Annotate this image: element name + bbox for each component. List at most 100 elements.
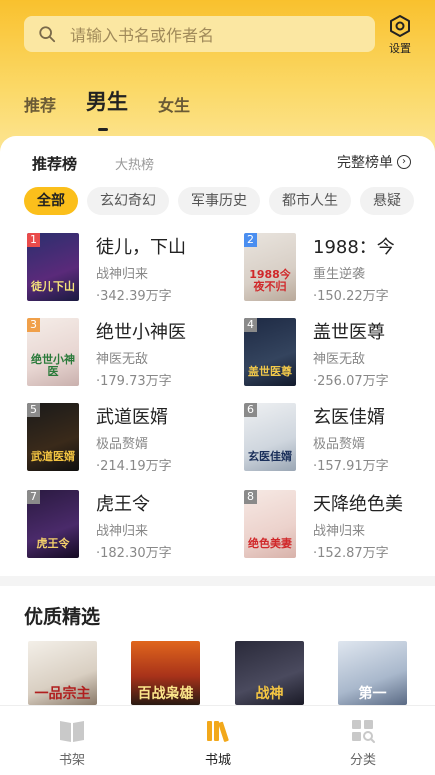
book-word-count: ·342.39万字: [96, 289, 172, 304]
book-title: 徒儿，下山: [96, 237, 186, 258]
category-chip[interactable]: 军事历史: [178, 187, 260, 215]
cover-title: 武道医婿: [31, 450, 75, 463]
book-title: 1988：今: [313, 237, 395, 258]
nav-label: 书架: [58, 753, 85, 768]
rank-badge: 5: [27, 403, 40, 417]
category-chip[interactable]: 全部: [24, 187, 78, 215]
ranking-card: 推荐榜 大热榜 完整榜单 › 全部 玄幻奇幻 军事历史 都市人生 悬疑 1 徒儿下山 徒…: [0, 136, 435, 576]
book-word-count: ·179.73万字: [96, 374, 172, 389]
cover-title: 一品宗主: [34, 686, 91, 702]
nav-label: 分类: [349, 753, 376, 768]
book-cover: 6 玄医佳婿: [244, 403, 296, 471]
book-genre: 极品赘婿: [96, 437, 149, 452]
search-icon: [39, 26, 56, 43]
active-tab-indicator: [98, 128, 108, 131]
cover-title: 绝世小神医: [31, 353, 75, 378]
book-title: 盖世医尊: [313, 322, 385, 343]
tab-male[interactable]: 男生: [86, 86, 128, 116]
search-bar[interactable]: 请输入书名或作者名: [24, 16, 375, 52]
rank-badge: 1: [27, 233, 40, 247]
nav-label: 书城: [204, 753, 231, 768]
featured-book-cover[interactable]: 第一: [338, 641, 407, 705]
book-cover: 5 武道医婿: [27, 403, 79, 471]
book-word-count: ·157.91万字: [313, 459, 389, 474]
rank-badge: 7: [27, 490, 40, 504]
category-chip[interactable]: 玄幻奇幻: [87, 187, 169, 215]
book-title: 虎王令: [96, 494, 150, 515]
nav-bookstore[interactable]: 书城: [178, 718, 258, 768]
tab-hot-list[interactable]: 大热榜: [115, 154, 154, 173]
chevron-right-icon: ›: [397, 155, 411, 169]
book-word-count: ·182.30万字: [96, 546, 172, 561]
cover-title: 1988今夜不归: [249, 268, 291, 293]
nav-category[interactable]: 分类: [323, 718, 403, 768]
category-chips: 全部 玄幻奇幻 军事历史 都市人生 悬疑: [24, 187, 435, 215]
rank-badge: 6: [244, 403, 257, 417]
book-genre: 战神归来: [96, 267, 149, 282]
bookstore-icon: [207, 721, 229, 742]
book-genre: 神医无敌: [96, 352, 149, 367]
rank-badge: 3: [27, 318, 40, 332]
cover-title: 盖世医尊: [248, 365, 292, 378]
book-cover: 7 虎王令: [27, 490, 79, 558]
cover-title: 百战枭雄: [137, 686, 194, 702]
book-item[interactable]: 7 虎王令 虎王令 战神归来 ·182.30万字: [27, 490, 227, 562]
book-item[interactable]: 4 盖世医尊 盖世医尊 神医无敌 ·256.07万字: [244, 318, 435, 390]
settings-button[interactable]: 设置: [384, 14, 416, 56]
category-chip[interactable]: 都市人生: [269, 187, 351, 215]
book-genre: 战神归来: [313, 524, 366, 539]
book-genre: 神医无敌: [313, 352, 366, 367]
tab-female[interactable]: 女生: [158, 92, 190, 116]
book-item[interactable]: 1 徒儿下山 徒儿，下山 战神归来 ·342.39万字: [27, 233, 227, 305]
grid-search-icon: [352, 720, 375, 743]
cover-title: 战神: [255, 686, 284, 702]
book-title: 武道医婿: [96, 407, 168, 428]
book-item[interactable]: 5 武道医婿 武道医婿 极品赘婿 ·214.19万字: [27, 403, 227, 475]
search-placeholder: 请输入书名或作者名: [70, 26, 215, 45]
full-list-link[interactable]: 完整榜单 ›: [337, 152, 411, 172]
book-item[interactable]: 3 绝世小神医 绝世小神医 神医无敌 ·179.73万字: [27, 318, 227, 390]
nav-bookshelf[interactable]: 书架: [32, 718, 112, 768]
featured-book-cover[interactable]: 一品宗主: [28, 641, 97, 705]
book-cover: 4 盖世医尊: [244, 318, 296, 386]
book-genre: 战神归来: [96, 524, 149, 539]
rank-badge: 2: [244, 233, 257, 247]
rank-badge: 8: [244, 490, 257, 504]
book-cover: 3 绝世小神医: [27, 318, 79, 386]
bottom-nav: 书架 书城 分类: [0, 705, 435, 775]
featured-book-cover[interactable]: 百战枭雄: [131, 641, 200, 705]
book-word-count: ·150.22万字: [313, 289, 389, 304]
book-word-count: ·214.19万字: [96, 459, 172, 474]
full-list-label: 完整榜单: [337, 155, 393, 171]
gender-tabs: 推荐 男生 女生: [24, 86, 220, 116]
book-genre: 重生逆袭: [313, 267, 366, 282]
category-chip[interactable]: 悬疑: [360, 187, 414, 215]
quality-section-title: 优质精选: [24, 606, 101, 628]
rank-badge: 4: [244, 318, 257, 332]
book-word-count: ·256.07万字: [313, 374, 389, 389]
book-word-count: ·152.87万字: [313, 546, 389, 561]
cover-title: 绝色美妻: [248, 537, 292, 550]
book-title: 玄医佳婿: [313, 407, 385, 428]
book-item[interactable]: 2 1988今夜不归 1988：今 重生逆袭 ·150.22万字: [244, 233, 435, 305]
book-cover: 1 徒儿下山: [27, 233, 79, 301]
book-icon: [60, 721, 84, 742]
book-title: 天降绝色美: [313, 494, 403, 515]
book-genre: 极品赘婿: [313, 437, 366, 452]
featured-book-cover[interactable]: 战神: [235, 641, 304, 705]
book-cover: 2 1988今夜不归: [244, 233, 296, 301]
rank-tabs: 推荐榜 大热榜: [32, 153, 192, 174]
settings-label: 设置: [389, 42, 411, 55]
cover-title: 虎王令: [36, 537, 70, 550]
book-item[interactable]: 6 玄医佳婿 玄医佳婿 极品赘婿 ·157.91万字: [244, 403, 435, 475]
section-divider: [0, 576, 435, 586]
book-cover: 8 绝色美妻: [244, 490, 296, 558]
settings-icon: [390, 15, 410, 37]
tab-recommend[interactable]: 推荐: [24, 92, 56, 116]
cover-title: 徒儿下山: [31, 280, 75, 293]
cover-title: 第一: [358, 686, 387, 702]
book-item[interactable]: 8 绝色美妻 天降绝色美 战神归来 ·152.87万字: [244, 490, 435, 562]
book-title: 绝世小神医: [96, 322, 186, 343]
tab-recommend-list[interactable]: 推荐榜: [32, 153, 77, 174]
cover-title: 玄医佳婿: [248, 450, 292, 463]
